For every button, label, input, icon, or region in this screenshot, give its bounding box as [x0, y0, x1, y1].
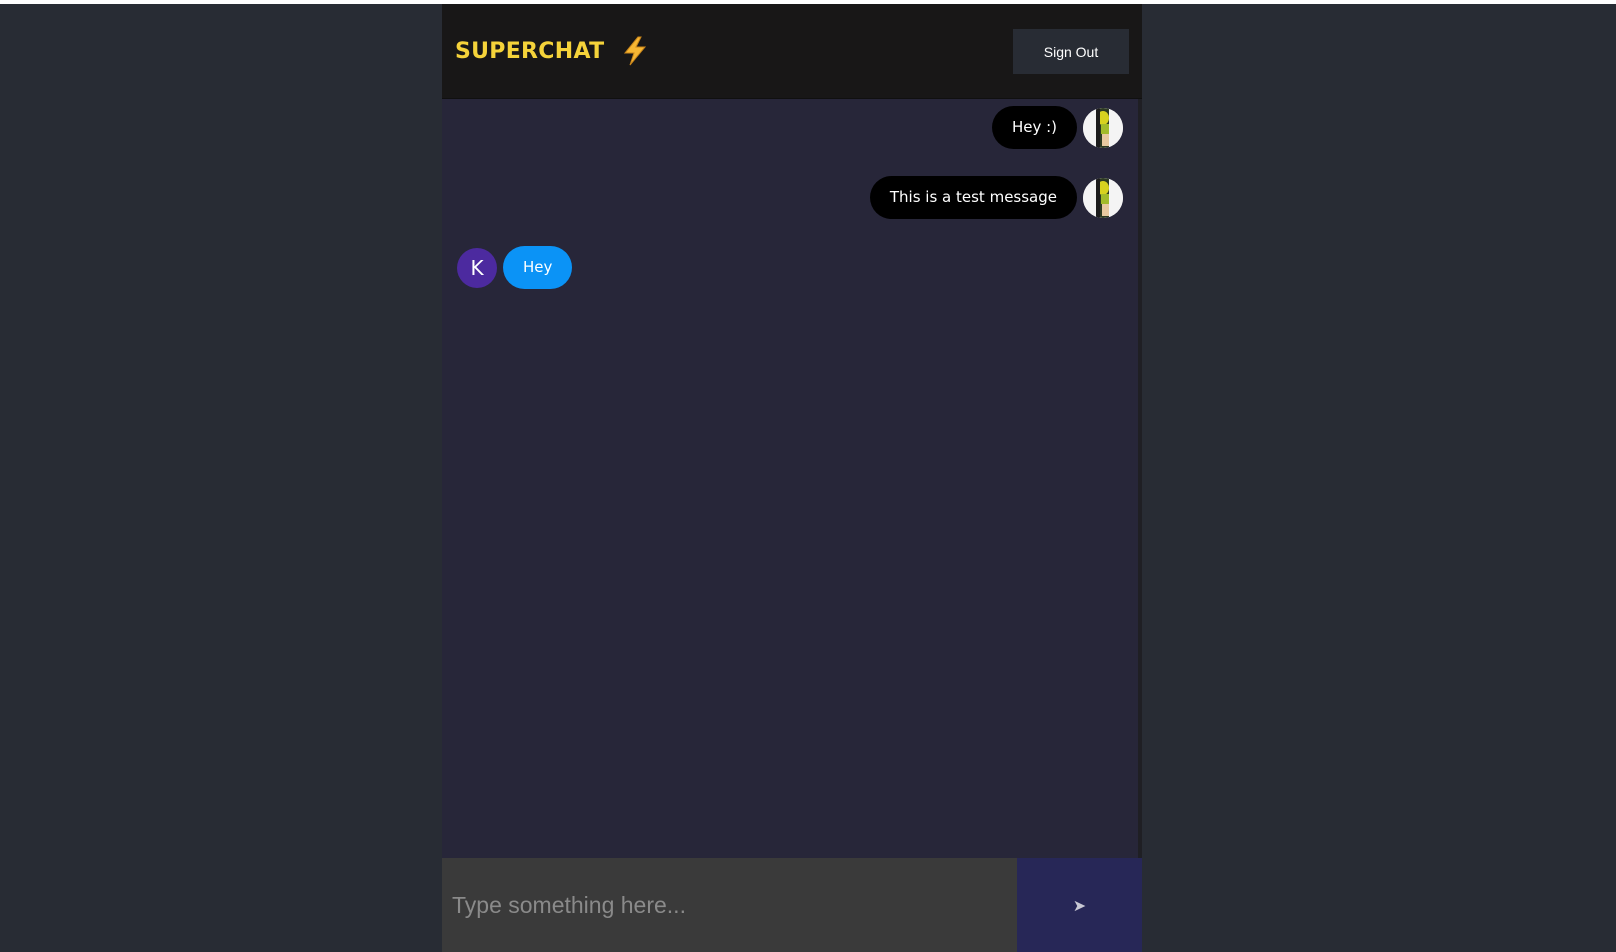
send-button[interactable]: ➤ — [1017, 858, 1142, 952]
message-bubble: This is a test message — [869, 176, 1077, 219]
message-received: K Hey — [457, 246, 573, 289]
message-sent: This is a test message — [869, 176, 1123, 219]
message-list[interactable]: Hey :) This is a test message K Hey — [442, 99, 1142, 858]
user-avatar — [1083, 107, 1123, 148]
message-input[interactable] — [442, 858, 1017, 952]
brand: SUPERCHAT — [455, 36, 648, 66]
send-arrow-icon: ➤ — [1072, 895, 1087, 915]
message-bubble: Hey — [503, 246, 573, 289]
sign-out-button[interactable]: Sign Out — [1013, 29, 1129, 74]
user-avatar — [1083, 177, 1123, 218]
message-sent: Hey :) — [991, 106, 1123, 149]
chat-app: SUPERCHAT Sign Out Hey :) This is a test… — [442, 4, 1142, 952]
message-form: ➤ — [442, 858, 1142, 952]
app-title: SUPERCHAT — [455, 38, 605, 64]
message-bubble: Hey :) — [991, 106, 1077, 149]
contact-avatar: K — [457, 247, 497, 288]
lightning-bolt-icon — [622, 36, 648, 66]
app-header: SUPERCHAT Sign Out — [442, 4, 1142, 99]
